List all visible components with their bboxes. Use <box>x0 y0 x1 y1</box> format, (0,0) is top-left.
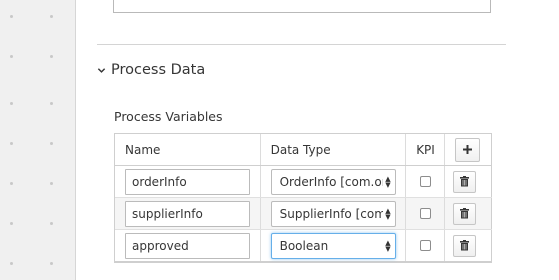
kpi-checkbox[interactable] <box>419 208 431 219</box>
select-arrows-icon: ▲ ▼ <box>385 238 391 253</box>
text-area[interactable] <box>113 0 491 13</box>
column-header-kpi: KPI <box>406 134 446 165</box>
rail-dot <box>50 15 53 18</box>
table-row: orderInfo OrderInfo [com.or ▲ ▼ <box>115 166 492 198</box>
rail-dot <box>50 262 53 265</box>
section-divider <box>97 44 506 45</box>
variable-name-input[interactable]: approved <box>125 232 250 259</box>
chevron-down-icon[interactable] <box>97 66 111 75</box>
rail-dot <box>10 222 13 225</box>
trash-icon <box>460 172 470 191</box>
rail-dot <box>50 102 53 105</box>
rail-dot <box>10 102 13 105</box>
column-header-actions <box>445 134 492 165</box>
rail-dot <box>50 182 53 185</box>
trash-icon <box>460 204 470 223</box>
data-type-value: Boolean <box>279 238 329 253</box>
data-type-select[interactable]: Boolean ▲ ▼ <box>270 232 396 259</box>
rail-dot <box>10 15 13 18</box>
process-variables-label: Process Variables <box>114 109 223 124</box>
rail-dot <box>10 182 13 185</box>
column-header-data-type: Data Type <box>261 134 407 165</box>
rail-dot <box>50 55 53 58</box>
select-arrows-icon: ▲ ▼ <box>385 174 391 189</box>
rail-dot <box>10 262 13 265</box>
rail-dot <box>10 55 13 58</box>
rail-dot <box>50 142 53 145</box>
rail-dot <box>50 222 53 225</box>
delete-variable-button[interactable] <box>453 234 477 257</box>
left-rail <box>0 0 76 280</box>
variable-name-input[interactable]: orderInfo <box>125 168 250 195</box>
data-type-value: OrderInfo [com.or <box>279 174 384 189</box>
process-data-header[interactable]: Process Data <box>97 60 205 80</box>
data-type-value: SupplierInfo [com. <box>279 206 384 221</box>
variable-name-input[interactable]: supplierInfo <box>125 200 250 227</box>
table-header: Name Data Type KPI <box>115 134 492 166</box>
column-header-name: Name <box>115 134 261 165</box>
kpi-checkbox[interactable] <box>419 176 431 187</box>
add-variable-button[interactable] <box>455 137 481 162</box>
data-type-select[interactable]: OrderInfo [com.or ▲ ▼ <box>270 168 396 195</box>
kpi-checkbox[interactable] <box>419 240 431 251</box>
data-type-select[interactable]: SupplierInfo [com. ▲ ▼ <box>270 200 396 227</box>
trash-icon <box>460 236 470 255</box>
delete-variable-button[interactable] <box>453 170 477 193</box>
delete-variable-button[interactable] <box>453 202 477 225</box>
table-row: approved Boolean ▲ ▼ <box>115 230 492 262</box>
plus-icon <box>462 141 473 159</box>
select-arrows-icon: ▲ ▼ <box>385 206 391 221</box>
table-row: supplierInfo SupplierInfo [com. ▲ ▼ <box>115 198 492 230</box>
rail-dot <box>10 142 13 145</box>
section-title: Process Data <box>111 62 206 78</box>
process-variables-table: Name Data Type KPI orderInfo OrderInfo [… <box>114 133 492 263</box>
